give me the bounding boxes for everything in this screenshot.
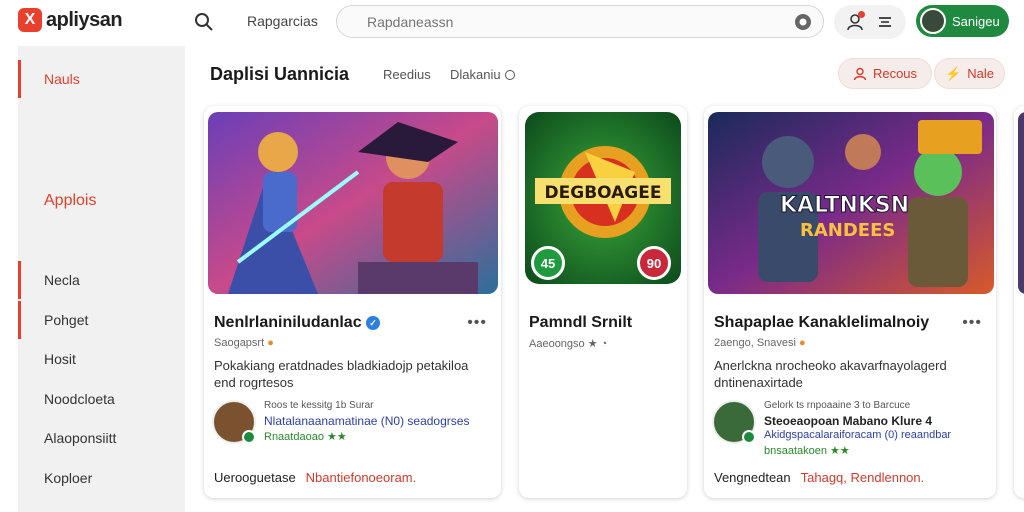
online-status-icon [242, 430, 256, 444]
search-bar[interactable] [336, 5, 824, 38]
sidebar-item-5[interactable]: Alaoponsiitt [18, 419, 185, 457]
more-options-icon[interactable]: ••• [467, 314, 487, 332]
sidebar: Nauls Applois Necla Pohget Hosit Noodclo… [18, 46, 185, 512]
review-item[interactable]: Roos te kessitg 1b Surar Nlatalanaanamat… [212, 400, 494, 454]
game-artwork[interactable] [208, 112, 498, 294]
card-footer: Vengnedtean Tahagq, Rendlennon. [714, 470, 925, 485]
filter-link-recent[interactable]: Reedius [383, 67, 431, 82]
rating-badge: 90 [637, 246, 671, 280]
game-artwork[interactable]: KALTNKSN RANDEES [708, 112, 994, 294]
filter-link-label: Dlakaniu [450, 67, 501, 82]
logout-icon[interactable] [876, 13, 894, 31]
top-bar: X apliysan Rapgarcias Sanigeu [0, 0, 1024, 46]
more-options-icon[interactable]: ••• [962, 314, 982, 332]
user-icon [853, 67, 867, 80]
review-text: Nlatalanaanamatinae (N0) seadogrses [264, 414, 470, 428]
info-icon [504, 70, 515, 80]
reviewer-avatar [712, 400, 756, 444]
review-rating: bnsaatakoen ★★ [764, 445, 850, 457]
camera-search-icon[interactable] [793, 12, 813, 32]
review-rating: Rnaatdaoao ★★ [264, 431, 347, 443]
game-meta: Saogapsrt ● [214, 337, 274, 349]
more-button-label: Nale [967, 66, 994, 81]
logo-text: apliysan [46, 8, 123, 31]
online-status-icon [742, 430, 756, 444]
card-footer: Uerooguetase Nbantiefonoeoram. [214, 470, 417, 485]
footer-link[interactable]: Nbantiefonoeoram. [306, 470, 417, 485]
sidebar-item-3[interactable]: Hosit [18, 340, 185, 378]
recent-button[interactable]: Recous [838, 58, 932, 89]
artwork-label: DEGBOAGEE [545, 183, 662, 203]
game-artwork [1018, 112, 1024, 294]
search-input[interactable] [367, 12, 767, 32]
header-actions [834, 5, 906, 39]
review-header: Roos te kessitg 1b Surar [264, 400, 374, 411]
search-icon[interactable] [194, 12, 214, 32]
artwork-label: KALTNKSN [780, 193, 909, 218]
score-badge: 45 [531, 246, 565, 280]
sidebar-item-1[interactable]: Necla [18, 261, 185, 299]
sidebar-item-6[interactable]: Koploer [18, 459, 185, 497]
nav-link[interactable]: Rapgarcias [247, 13, 318, 29]
artwork-label: RANDEES [800, 220, 895, 241]
game-card-partial[interactable] [1014, 106, 1024, 498]
fire-icon: ● [799, 337, 806, 349]
game-card[interactable]: DEGBOAGEE 45 90 Pamndl Srnilt Aaeoongso … [519, 106, 687, 498]
game-title[interactable]: Pamndl Srnilt [529, 314, 632, 332]
user-button[interactable]: Sanigeu [916, 5, 1009, 37]
notification-dot-icon [858, 11, 865, 18]
review-title: Steoeaopoan Mabano Klure 4 [764, 414, 933, 428]
game-title[interactable]: Nenlrlaniniludanlac ✓ [214, 314, 381, 332]
game-meta: Aaeoongso ★ ◔ [529, 338, 608, 350]
sidebar-section-title[interactable]: Applois [44, 192, 96, 210]
sidebar-item-home[interactable]: Nauls [18, 60, 185, 98]
sidebar-item-4[interactable]: Noodcloeta [18, 380, 185, 418]
fire-icon: ● [267, 337, 274, 349]
game-card[interactable]: KALTNKSN RANDEES Shapaplae Kanaklelimaln… [704, 106, 996, 498]
game-card[interactable]: Nenlrlaniniludanlac ✓ ••• Saogapsrt ● Po… [204, 106, 501, 498]
review-text: Akidgspacalaraiforacam (0) reaandbar [764, 429, 952, 441]
sidebar-item-2[interactable]: Pohget [18, 301, 185, 339]
review-header: Gelork ts rnpoaaine 3 to Barcuce [764, 400, 911, 411]
more-button[interactable]: ⚡ Nale [934, 58, 1005, 89]
lightning-icon: ⚡ [945, 65, 962, 81]
page-title: Daplisi Uannicia [210, 64, 350, 84]
logo-mark-icon: X [18, 8, 42, 32]
user-name: Sanigeu [952, 13, 1000, 29]
footer-link[interactable]: Tahagq, Rendlennon. [801, 470, 925, 485]
verified-icon: ✓ [366, 316, 381, 330]
game-description: Pokakiang eratdnades bladkiadojp petakil… [214, 358, 469, 390]
reviewer-avatar [212, 400, 256, 444]
app-logo[interactable]: X apliysan [18, 8, 123, 32]
game-meta: 2aengo, Snavesi ● [714, 337, 806, 349]
review-item[interactable]: Gelork ts rnpoaaine 3 to Barcuce Steoeao… [712, 400, 994, 457]
recent-button-label: Recous [872, 66, 918, 81]
filter-link-more[interactable]: Dlakaniu [450, 67, 515, 82]
avatar [920, 8, 946, 34]
game-description: Anerlckna nrocheoko akavarfnayolagerd dn… [714, 358, 947, 390]
game-title[interactable]: Shapaplae Kanaklelimalnoiy [714, 314, 929, 332]
